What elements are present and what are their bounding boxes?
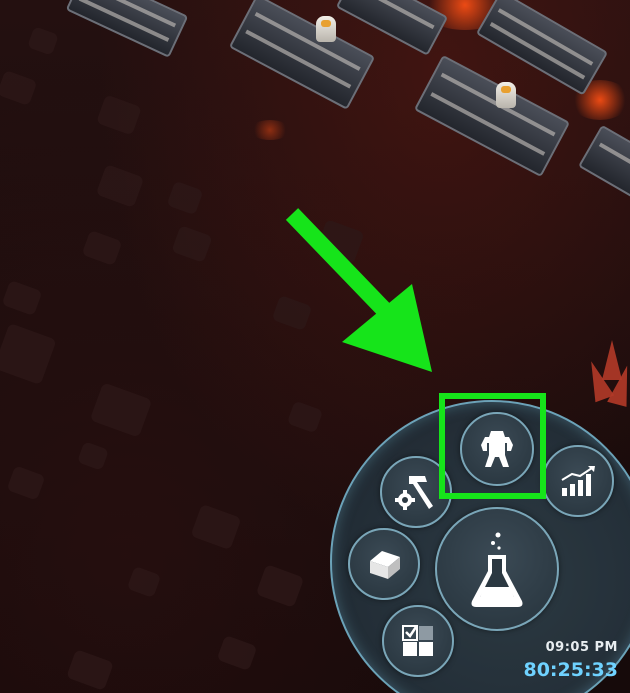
checklist-grid-icon [402, 625, 433, 656]
tasks-button[interactable] [382, 605, 454, 677]
highlight-box [439, 393, 546, 499]
blocks-button[interactable] [348, 528, 420, 600]
elapsed-time: 80:25:33 [523, 659, 618, 681]
hammer-gear-icon [395, 476, 433, 510]
cube-icon [370, 551, 400, 579]
research-button[interactable] [435, 507, 559, 631]
flask-icon [471, 532, 523, 607]
game-viewport[interactable]: 09:05 PM 80:25:33 [0, 0, 630, 693]
bar-chart-icon [561, 466, 595, 496]
hud-clock: 09:05 PM 80:25:33 [523, 640, 618, 681]
statistics-button[interactable] [542, 445, 614, 517]
clock-time: 09:05 PM [545, 640, 618, 655]
